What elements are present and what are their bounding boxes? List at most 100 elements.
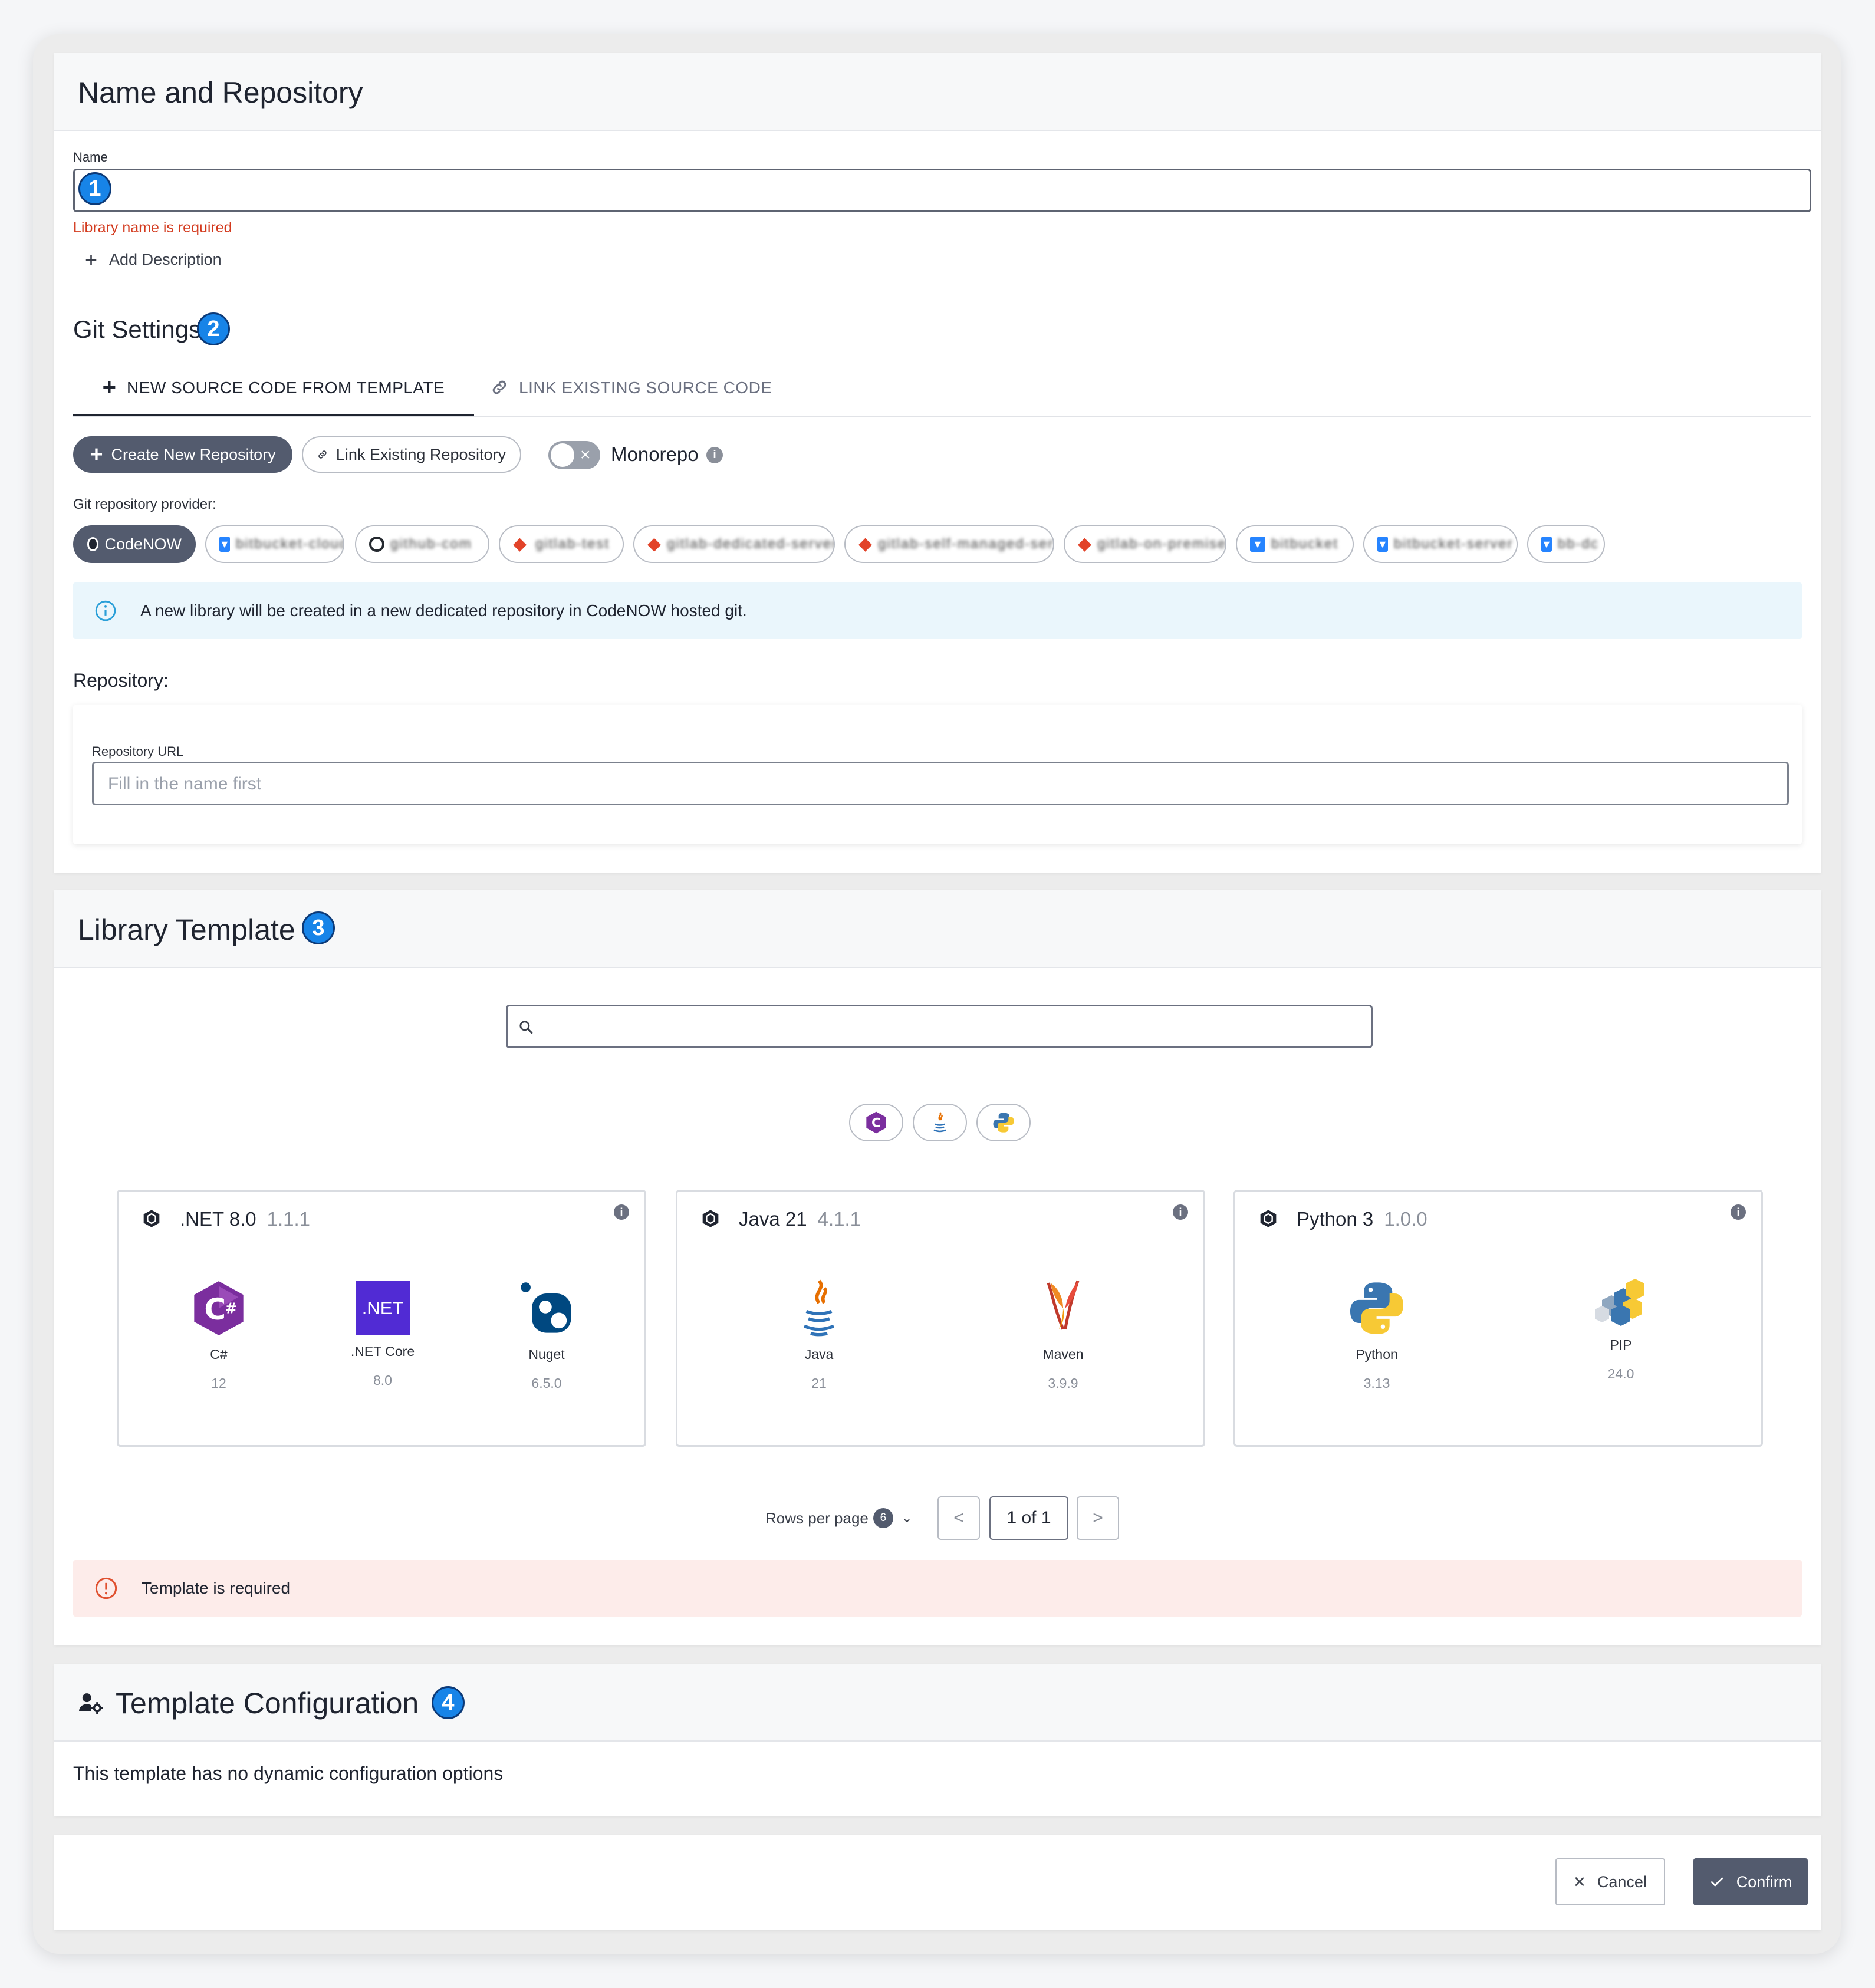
tech-version: 24.0 (1607, 1366, 1634, 1381)
maven-logo-icon (1047, 1280, 1080, 1330)
info-icon[interactable]: i (614, 1204, 629, 1220)
rows-per-page-label: Rows per page (765, 1509, 869, 1527)
tech-name: Maven (1042, 1347, 1084, 1362)
plus-icon: + (90, 442, 103, 467)
name-error: Library name is required (73, 219, 232, 236)
name-label: Name (73, 150, 108, 164)
repo-url-input[interactable]: Fill in the name first (92, 762, 1789, 805)
name-input[interactable]: 1 (73, 169, 1811, 212)
step-badge-3: 3 (302, 911, 335, 944)
tech-maven: Maven 3.9.9 (1004, 1279, 1122, 1391)
create-new-repository-button[interactable]: + Create New Repository (73, 436, 292, 473)
panel-title: Library Template (78, 913, 295, 946)
confirm-label: Confirm (1736, 1872, 1792, 1891)
tech-name: Java (804, 1347, 834, 1362)
github-icon (369, 537, 384, 552)
info-icon[interactable]: i (706, 447, 723, 463)
tab-divider (73, 416, 1811, 417)
cancel-label: Cancel (1597, 1872, 1647, 1891)
close-icon: × (580, 445, 591, 465)
template-error-text: Template is required (142, 1579, 291, 1597)
java-icon (933, 1111, 946, 1133)
tab-label: NEW SOURCE CODE FROM TEMPLATE (127, 378, 445, 397)
bitbucket-icon: ▼ (1541, 537, 1552, 552)
tab-new-source-code[interactable]: + NEW SOURCE CODE FROM TEMPLATE (73, 374, 474, 417)
provider-codenow[interactable]: CodeNOW (73, 525, 196, 563)
card-title: .NET 8.0 1.1.1 (180, 1208, 310, 1230)
provider-item[interactable]: ◆ gitlab-dedicated-server (633, 525, 835, 563)
tech-version: 12 (211, 1375, 226, 1391)
tech-name: PIP (1610, 1337, 1632, 1352)
tech-dotnet-core: .NET .NET Core 8.0 (324, 1279, 442, 1388)
create-repo-label: Create New Repository (111, 445, 276, 463)
card-version: 1.1.1 (267, 1208, 311, 1230)
step-badge-4: 4 (432, 1686, 465, 1719)
provider-item[interactable]: github-com (355, 525, 489, 563)
pip-logo-icon (1595, 1279, 1644, 1326)
provider-item[interactable]: ◆ gitlab-test (499, 525, 624, 563)
repo-url-label: Repository URL (92, 744, 184, 759)
svg-text:C: C (871, 1116, 881, 1131)
dotnet-logo-icon: .NET (356, 1281, 410, 1335)
rows-per-page[interactable]: Rows per page 6 ⌄ (765, 1508, 912, 1528)
provider-item[interactable]: ◆ gitlab-self-managed-server (844, 525, 1054, 563)
filter-python[interactable] (976, 1104, 1031, 1141)
template-card-dotnet[interactable]: .NET 8.0 1.1.1 i C # C# 12 .NET .NET Core … (117, 1190, 646, 1447)
template-icon (702, 1210, 719, 1227)
prev-page-button[interactable]: < (938, 1496, 980, 1540)
csharp-logo-icon: C# (194, 1281, 244, 1335)
cancel-button[interactable]: × Cancel (1555, 1858, 1665, 1905)
link-existing-repository-button[interactable]: Link Existing Repository (302, 436, 521, 473)
add-description-button[interactable]: + Add Description (85, 249, 222, 270)
card-name: Python 3 (1297, 1208, 1374, 1230)
template-search-input[interactable] (506, 1005, 1373, 1048)
repository-box: Repository URL Fill in the name first (73, 705, 1802, 844)
next-page-button[interactable]: > (1077, 1496, 1119, 1540)
template-card-java[interactable]: Java 21 4.1.1 i Java 21 Maven 3.9.9 (676, 1190, 1205, 1447)
provider-label-text: bb-dc (1557, 536, 1599, 552)
tech-name: C# (210, 1347, 228, 1362)
template-card-python[interactable]: Python 3 1.0.0 i Python 3.13 PIP 24.0 (1233, 1190, 1763, 1447)
tech-version: 8.0 (373, 1372, 392, 1388)
tech-version: 21 (811, 1375, 827, 1391)
tech-python: Python 3.13 (1318, 1279, 1436, 1391)
gitlab-icon: ◆ (1078, 534, 1092, 554)
step-badge-2: 2 (197, 312, 230, 345)
gitlab-icon: ◆ (858, 534, 873, 554)
add-description-label: Add Description (109, 251, 222, 268)
tab-link-existing-source[interactable]: LINK EXISTING SOURCE CODE (491, 378, 772, 417)
card-title: Java 21 4.1.1 (739, 1208, 861, 1230)
monorepo-toggle[interactable]: × (548, 441, 600, 469)
tech-version: 6.5.0 (531, 1375, 562, 1391)
plus-icon: + (102, 374, 117, 400)
info-icon[interactable]: i (1731, 1204, 1746, 1220)
svg-text:C: C (204, 1292, 226, 1327)
filter-java[interactable] (913, 1104, 967, 1141)
gitlab-icon: ◆ (647, 534, 662, 554)
close-icon: × (1574, 1871, 1585, 1893)
card-version: 1.0.0 (1384, 1208, 1427, 1230)
provider-label-text: bitbucket-cloud (235, 536, 344, 552)
codenow-icon (87, 537, 99, 551)
search-icon (519, 1021, 533, 1034)
link-icon (492, 380, 506, 394)
tab-label: LINK EXISTING SOURCE CODE (519, 378, 772, 397)
panel-title: Template Configuration (116, 1687, 419, 1720)
provider-label: Git repository provider: (73, 496, 216, 512)
python-icon (993, 1113, 1014, 1133)
provider-item[interactable]: ▼ bb-dc (1527, 525, 1605, 563)
card-name: Java 21 (739, 1208, 807, 1230)
link-repo-label: Link Existing Repository (335, 445, 506, 463)
provider-item[interactable]: ▼ bitbucket-server (1363, 525, 1518, 563)
filter-csharp[interactable]: C (849, 1104, 903, 1141)
provider-item[interactable]: ◆ gitlab-on-premise (1064, 525, 1226, 563)
info-circle-icon (95, 600, 116, 621)
java-logo-icon (804, 1279, 834, 1337)
bitbucket-icon: ▼ (1377, 537, 1388, 552)
info-icon[interactable]: i (1173, 1204, 1188, 1220)
confirm-button[interactable]: Confirm (1693, 1858, 1808, 1905)
template-configuration-panel: Template Configuration 4 This template h… (54, 1664, 1821, 1816)
provider-item[interactable]: ▼ bitbucket (1236, 525, 1354, 563)
panel-title: Name and Repository (78, 76, 363, 109)
provider-item[interactable]: ▼ bitbucket-cloud (205, 525, 344, 563)
